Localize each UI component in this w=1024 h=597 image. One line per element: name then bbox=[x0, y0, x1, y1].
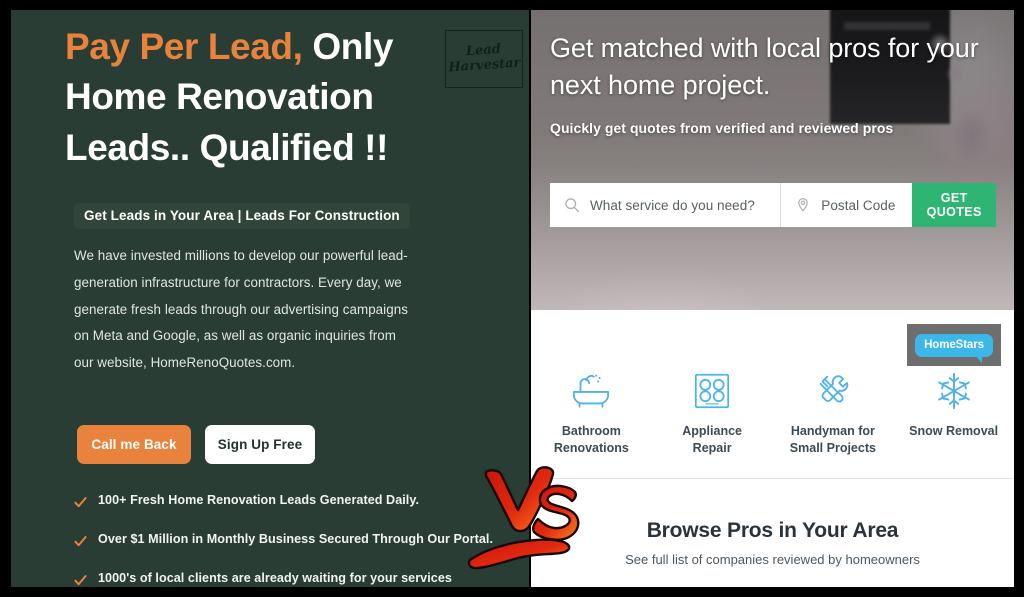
location-pin-icon bbox=[795, 197, 811, 213]
check-icon bbox=[74, 535, 87, 548]
service-label: Appliance Repair bbox=[682, 424, 742, 455]
search-icon bbox=[564, 197, 580, 213]
service-search-input[interactable]: What service do you need? bbox=[550, 183, 780, 227]
stovetop-icon bbox=[691, 370, 733, 412]
browse-subtitle: See full list of companies reviewed by h… bbox=[625, 552, 920, 567]
services-section: HomeStars Bathroom Renovations Appliance… bbox=[531, 310, 1014, 479]
hero-section: Get matched with local pros for your nex… bbox=[531, 10, 1014, 310]
service-item-bathroom-renovations[interactable]: Bathroom Renovations bbox=[531, 370, 652, 457]
list-item: Over $1 Million in Monthly Business Secu… bbox=[74, 532, 504, 548]
body-paragraph: We have invested millions to develop our… bbox=[74, 248, 408, 371]
browse-title: Browse Pros in Your Area bbox=[646, 519, 899, 542]
logo-text: Lead Harvestar bbox=[447, 42, 521, 77]
benefit-text: 100+ Fresh Home Renovation Leads Generat… bbox=[98, 493, 420, 507]
logo: Lead Harvestar bbox=[445, 30, 523, 88]
browse-section: Browse Pros in Your Area See full list o… bbox=[531, 479, 1014, 567]
tools-icon bbox=[812, 370, 854, 412]
logo-line-2: Harvestar bbox=[448, 55, 521, 76]
get-quotes-button[interactable]: GET QUOTES bbox=[912, 183, 996, 227]
service-input-placeholder: What service do you need? bbox=[590, 197, 755, 213]
comparison-graphic: Pay Per Lead, Only Home Renovation Leads… bbox=[0, 0, 1024, 597]
benefit-text: Over $1 Million in Monthly Business Secu… bbox=[98, 532, 494, 546]
check-icon bbox=[74, 574, 87, 587]
service-item-handyman[interactable]: Handyman for Small Projects bbox=[773, 370, 894, 457]
page-title: Pay Per Lead, Only Home Renovation Leads… bbox=[65, 22, 435, 173]
snowflake-icon bbox=[933, 370, 975, 412]
search-bar: What service do you need? Postal Code GE… bbox=[550, 183, 996, 227]
service-item-snow-removal[interactable]: Snow Removal bbox=[893, 370, 1014, 457]
benefit-text: 1000's of local clients are already wait… bbox=[98, 571, 452, 585]
postal-input-placeholder: Postal Code bbox=[821, 197, 896, 213]
right-panel: Get matched with local pros for your nex… bbox=[531, 10, 1014, 587]
homestars-logo: HomeStars bbox=[907, 324, 1001, 366]
list-item: 100+ Fresh Home Renovation Leads Generat… bbox=[74, 493, 504, 509]
call-me-back-button[interactable]: Call me Back bbox=[77, 425, 191, 464]
headline-highlight: Pay Per Lead, bbox=[65, 26, 303, 67]
service-item-appliance-repair[interactable]: Appliance Repair bbox=[652, 370, 773, 457]
cta-row: Call me Back Sign Up Free bbox=[77, 425, 315, 464]
check-icon bbox=[74, 496, 87, 509]
list-item: 1000's of local clients are already wait… bbox=[74, 571, 504, 587]
bathtub-icon bbox=[570, 370, 612, 412]
postal-code-input[interactable]: Postal Code bbox=[780, 183, 912, 227]
benefits-list: 100+ Fresh Home Renovation Leads Generat… bbox=[74, 493, 504, 587]
hero-subtitle: Quickly get quotes from verified and rev… bbox=[550, 119, 894, 136]
services-row: Bathroom Renovations Appliance Repair Ha… bbox=[531, 370, 1014, 457]
homestars-label: HomeStars bbox=[915, 333, 993, 363]
left-panel: Pay Per Lead, Only Home Renovation Leads… bbox=[11, 10, 529, 587]
service-label: Handyman for Small Projects bbox=[789, 424, 876, 455]
hero-content: Get matched with local pros for your nex… bbox=[550, 30, 1000, 136]
service-label: Bathroom Renovations bbox=[553, 424, 629, 455]
hero-title: Get matched with local pros for your nex… bbox=[550, 33, 979, 101]
service-label: Snow Removal bbox=[909, 424, 999, 438]
sign-up-free-button[interactable]: Sign Up Free bbox=[205, 425, 315, 464]
eyebrow-badge: Get Leads in Your Area | Leads For Const… bbox=[74, 203, 410, 229]
